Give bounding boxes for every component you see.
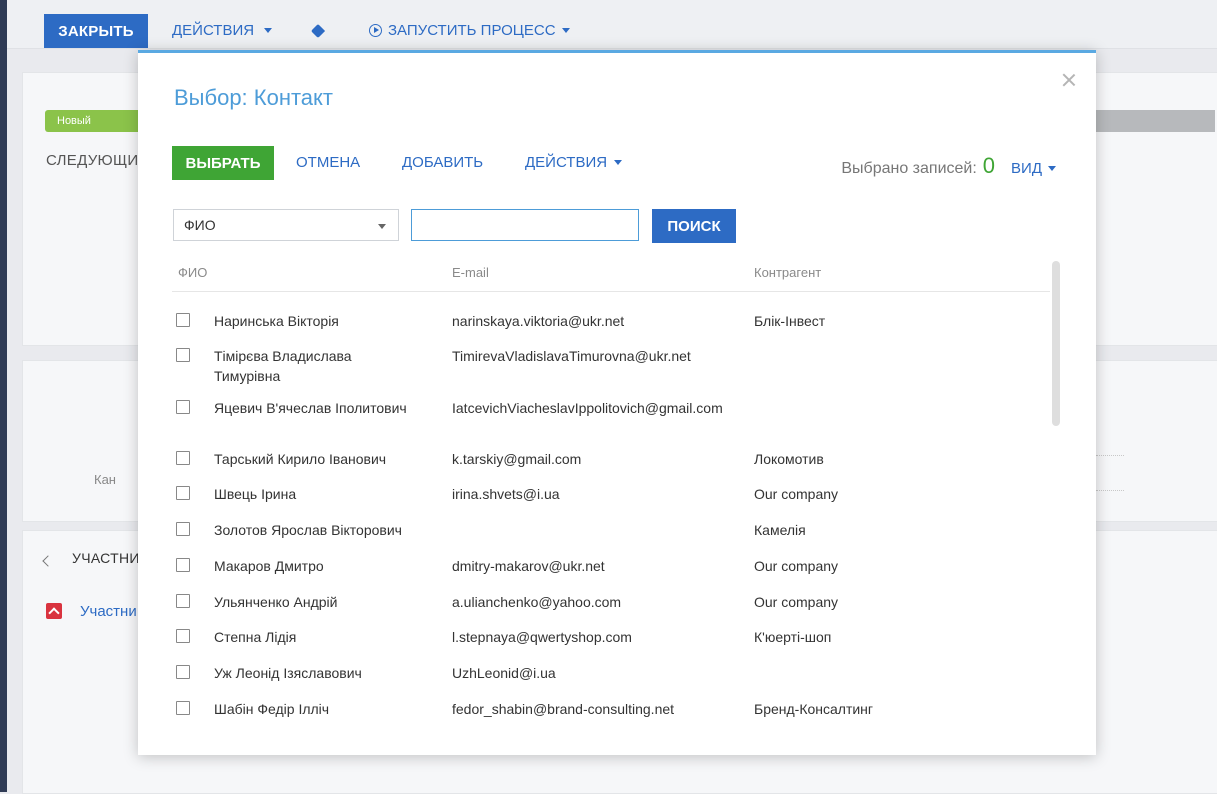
contact-email: TimirevaVladislavaTimurovna@ukr.net bbox=[452, 348, 691, 364]
chevron-down-icon bbox=[614, 160, 623, 165]
next-steps-tab[interactable]: СЛЕДУЮЩИ bbox=[46, 152, 138, 169]
filter-column-value: ФИО bbox=[184, 217, 216, 233]
actions-menu-label: ДЕЙСТВИЯ bbox=[172, 22, 255, 39]
contact-account: Камелія bbox=[754, 522, 806, 538]
play-circle-icon bbox=[369, 24, 382, 37]
contact-name: Швець Ірина bbox=[214, 486, 297, 502]
chevron-down-icon bbox=[264, 28, 273, 33]
column-header-email[interactable]: E-mail bbox=[452, 265, 489, 280]
contact-email: a.ulianchenko@yahoo.com bbox=[452, 594, 622, 610]
run-process-button[interactable]: ЗАПУСТИТЬ ПРОЦЕСС bbox=[369, 22, 570, 39]
contact-lookup-dialog: Выбор: Контакт ВЫБРАТЬ ОТМЕНА ДОБАВИТЬ Д… bbox=[138, 50, 1096, 755]
contact-account: Our company bbox=[754, 594, 839, 610]
column-header-name[interactable]: ФИО bbox=[178, 265, 207, 280]
contact-name: Наринська Вікторія bbox=[214, 313, 339, 329]
chevron-down-icon bbox=[1048, 166, 1056, 171]
contact-name: Тарський Кирило Іванович bbox=[214, 451, 387, 467]
contact-account: Our company bbox=[754, 486, 839, 502]
actions-menu-label: ДЕЙСТВИЯ bbox=[525, 154, 608, 171]
close-icon[interactable] bbox=[1062, 73, 1076, 87]
actions-menu-button[interactable]: ДЕЙСТВИЯ bbox=[525, 154, 623, 171]
stage-badge-new[interactable]: Новый bbox=[45, 110, 140, 132]
header-divider bbox=[172, 291, 1050, 292]
row-checkbox[interactable] bbox=[176, 629, 190, 643]
search-button[interactable]: ПОИСК bbox=[652, 209, 736, 243]
contact-email: dmitry-makarov@ukr.net bbox=[452, 558, 605, 574]
filter-column-select[interactable]: ФИО bbox=[173, 209, 399, 241]
column-header-account[interactable]: Контрагент bbox=[754, 265, 821, 280]
contact-email: UzhLeonid@i.ua bbox=[452, 665, 556, 681]
field-divider bbox=[1096, 490, 1124, 491]
participants-group-label[interactable]: Участни bbox=[80, 603, 137, 620]
run-process-label: ЗАПУСТИТЬ ПРОЦЕСС bbox=[388, 22, 556, 39]
select-button[interactable]: ВЫБРАТЬ bbox=[172, 146, 274, 180]
selected-count-label: Выбрано записей: bbox=[841, 160, 977, 177]
contact-name: Золотов Ярослав Вікторович bbox=[214, 522, 402, 538]
record-toolbar: ЗАКРЫТЬ ДЕЙСТВИЯ ЗАПУСТИТЬ ПРОЦЕСС bbox=[7, 0, 1217, 49]
contact-email: fedor_shabin@brand-consulting.net bbox=[452, 701, 675, 717]
actions-menu-button[interactable]: ДЕЙСТВИЯ bbox=[172, 22, 273, 39]
row-checkbox[interactable] bbox=[176, 558, 190, 572]
contact-account: Бренд-Консалтинг bbox=[754, 701, 874, 717]
contact-email: k.tarskiy@gmail.com bbox=[452, 451, 582, 467]
contact-email: narinskaya.viktoria@ukr.net bbox=[452, 313, 625, 329]
contact-account: Блік-Інвест bbox=[754, 313, 826, 329]
tag-button[interactable] bbox=[310, 23, 326, 39]
collapse-icon[interactable] bbox=[46, 603, 62, 619]
stage-bar bbox=[1095, 110, 1215, 132]
view-menu-label: ВИД bbox=[1011, 160, 1042, 177]
cancel-button[interactable]: ОТМЕНА bbox=[296, 154, 360, 171]
contact-account: К'юерті-шоп bbox=[754, 629, 832, 645]
row-checkbox[interactable] bbox=[176, 594, 190, 608]
search-input[interactable] bbox=[411, 209, 639, 241]
row-checkbox[interactable] bbox=[176, 701, 190, 715]
chevron-down-icon bbox=[561, 28, 570, 33]
row-checkbox[interactable] bbox=[176, 665, 190, 679]
row-checkbox[interactable] bbox=[176, 451, 190, 465]
contact-email: IatcevichViacheslavIppolitovich@gmail.co… bbox=[452, 400, 723, 416]
row-checkbox[interactable] bbox=[176, 313, 190, 327]
contact-email: l.stepnaya@qwertyshop.com bbox=[452, 629, 632, 645]
field-divider bbox=[1096, 455, 1124, 456]
row-checkbox[interactable] bbox=[176, 486, 190, 500]
contact-name: Уж Леонід Ізяславович bbox=[214, 665, 362, 681]
contact-name: Макаров Дмитро bbox=[214, 558, 324, 574]
row-checkbox[interactable] bbox=[176, 522, 190, 536]
contact-name: Степна Лідія bbox=[214, 629, 297, 645]
contact-name: Яцевич В'ячеслав Іполитович bbox=[214, 400, 407, 416]
contact-account: Our company bbox=[754, 558, 839, 574]
chevron-down-icon bbox=[378, 224, 386, 229]
selected-count: Выбрано записей: 0 ВИД bbox=[841, 153, 1056, 179]
tag-icon bbox=[310, 23, 326, 39]
close-button[interactable]: ЗАКРЫТЬ bbox=[44, 14, 148, 48]
selected-count-value: 0 bbox=[982, 153, 996, 178]
contact-name: Тімірєва Владислава Тимурівна bbox=[214, 348, 352, 384]
contact-name: Ульянченко Андрій bbox=[214, 594, 338, 610]
add-button[interactable]: ДОБАВИТЬ bbox=[402, 154, 483, 171]
participants-tab[interactable]: УЧАСТНИ bbox=[72, 550, 140, 566]
list-scrollbar[interactable] bbox=[1052, 261, 1060, 426]
row-checkbox[interactable] bbox=[176, 400, 190, 414]
left-nav-strip bbox=[0, 0, 7, 792]
dialog-title: Выбор: Контакт bbox=[174, 85, 333, 110]
field-label: Кан bbox=[94, 472, 116, 487]
contact-email: irina.shvets@i.ua bbox=[452, 486, 560, 502]
row-checkbox[interactable] bbox=[176, 348, 190, 362]
contact-account: Локомотив bbox=[754, 451, 824, 467]
view-menu-button[interactable]: ВИД bbox=[1011, 160, 1056, 177]
contact-name: Шабін Федір Ілліч bbox=[214, 701, 330, 717]
